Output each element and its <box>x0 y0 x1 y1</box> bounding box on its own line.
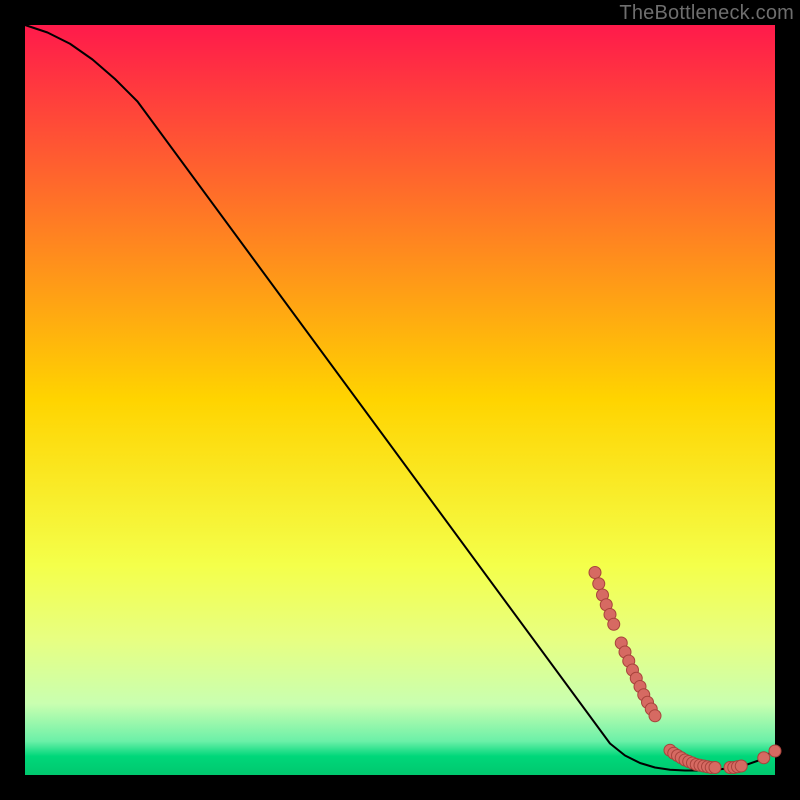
curve-marker <box>769 745 781 757</box>
curve-marker <box>758 752 770 764</box>
bottleneck-chart <box>0 0 800 800</box>
curve-marker <box>608 618 620 630</box>
curve-marker <box>649 710 661 722</box>
curve-marker <box>593 578 605 590</box>
curve-marker <box>735 760 747 772</box>
watermark-text: TheBottleneck.com <box>619 2 794 25</box>
gradient-background <box>25 25 775 775</box>
curve-marker <box>589 567 601 579</box>
curve-marker <box>709 762 721 774</box>
chart-stage: TheBottleneck.com <box>0 0 800 800</box>
